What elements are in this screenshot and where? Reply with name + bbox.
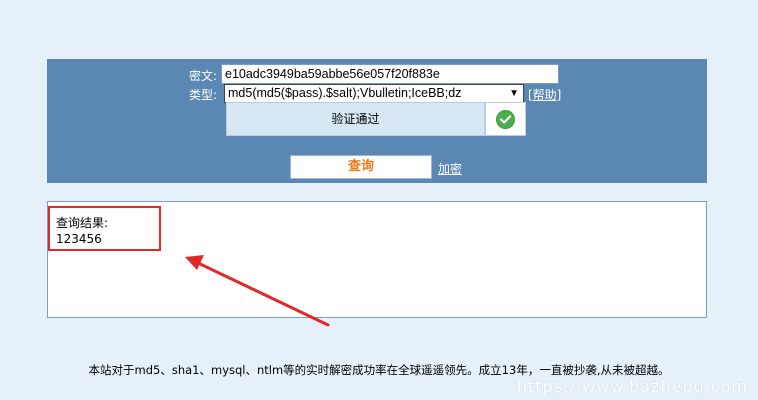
query-panel: 密文: e10adc3949ba59abbe56e057f20f883e 类型:… [47,59,707,183]
checkmark-icon [499,115,512,124]
type-select[interactable]: md5(md5($pass).$salt);Vbulletin;IceBB;dz… [224,84,524,103]
footer-text: 本站对于md5、sha1、mysql、ntlm等的实时解密成功率在全球遥遥领先。… [88,363,670,377]
chevron-down-icon: ▼ [509,88,519,99]
cipher-input[interactable]: e10adc3949ba59abbe56e057f20f883e [221,64,559,84]
cipher-label: 密文: [188,69,217,83]
help-link[interactable]: [帮助] [528,86,561,103]
watermark: https://www.bazhepu.com [516,377,748,396]
verify-check-box [485,102,526,136]
verify-status: 验证通过 [226,102,485,136]
encrypt-link[interactable]: 加密 [438,160,462,177]
type-label: 类型: [188,88,217,102]
type-select-value: md5(md5($pass).$salt);Vbulletin;IceBB;dz [228,86,462,100]
annotation-highlight-box [48,206,161,251]
check-circle-icon [496,110,515,129]
query-button[interactable]: 查询 [290,155,432,179]
